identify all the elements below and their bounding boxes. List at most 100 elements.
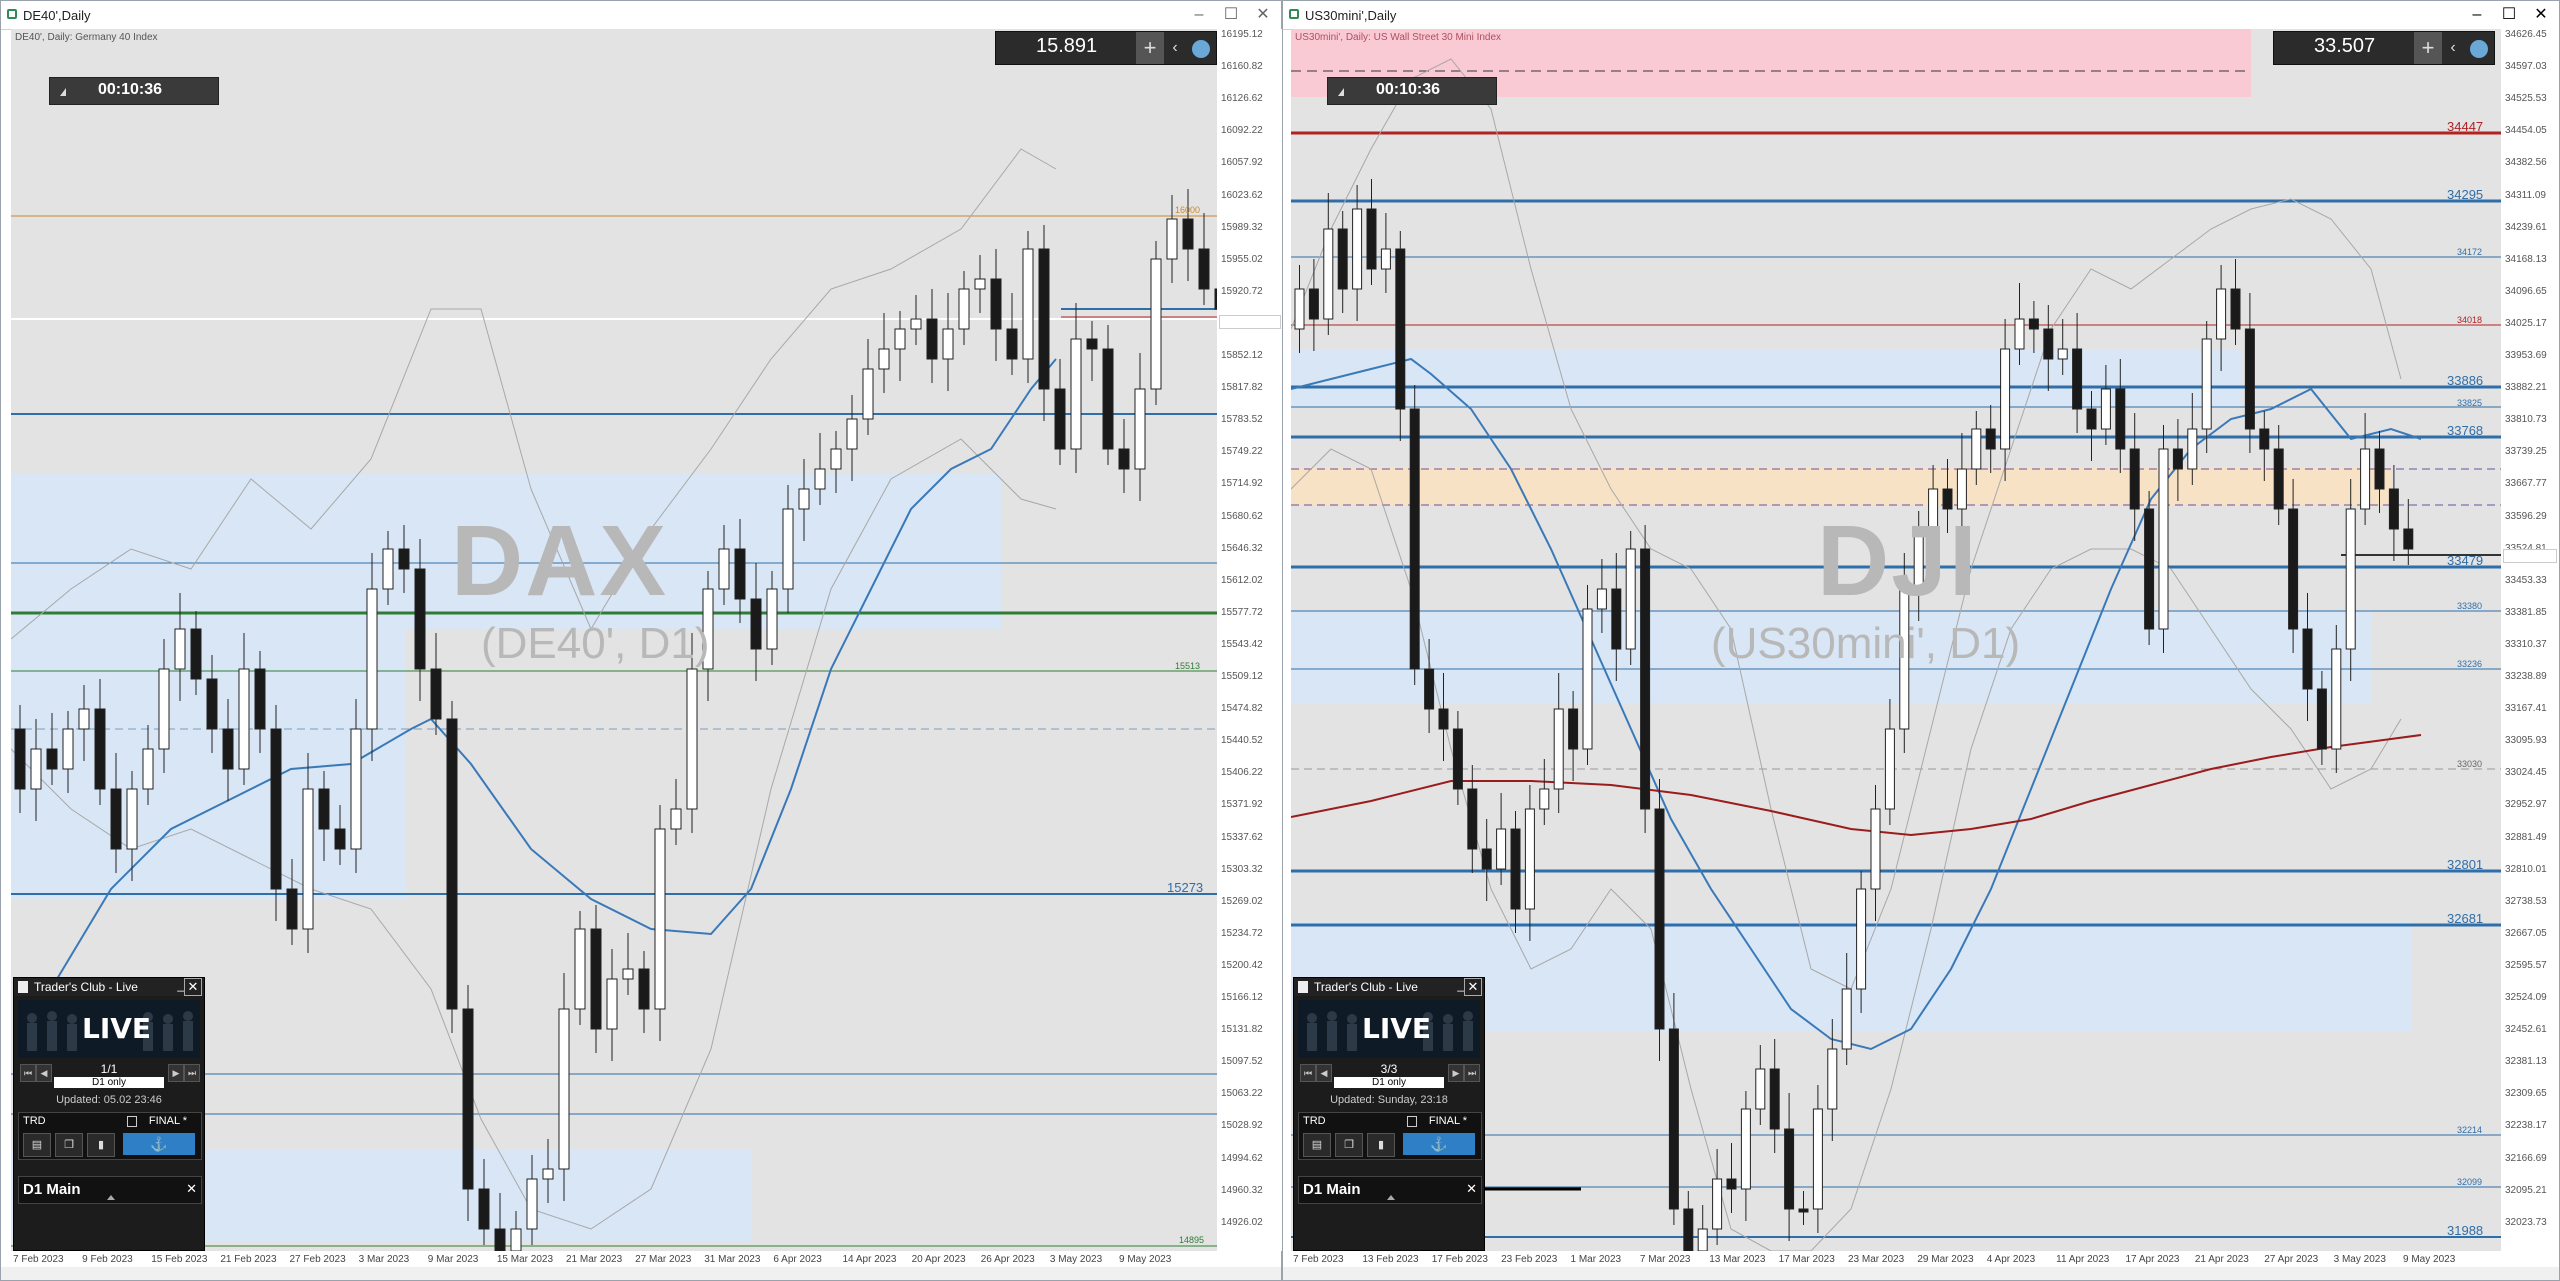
price-tick: 15440.52 [1221,735,1263,747]
price-tick: 32238.17 [2505,1120,2547,1132]
trade-section: TRD FINAL * ▤ ❐ ▮ ⚓ [18,1112,202,1160]
candle-bearish [478,1188,490,1230]
panel-header[interactable]: Trader's Club - Live _ ✕ [14,978,204,996]
status-strip [1283,1267,2559,1280]
minimize-icon[interactable]: – [2459,3,2495,27]
candle-bearish [1395,248,1406,410]
prev-icon[interactable]: ◀ [1316,1064,1332,1082]
price-tick: 34382.56 [2505,157,2547,169]
first-icon[interactable]: ⏮ [1300,1064,1316,1082]
minimize-icon[interactable]: – [1181,3,1217,27]
price-tick: 32309.65 [2505,1088,2547,1100]
maximize-icon[interactable]: ☐ [1213,3,1249,27]
price-tick: 34626.45 [2505,29,2547,40]
anchor-button[interactable]: ⚓ [1403,1133,1475,1155]
minimize-icon[interactable]: _ [177,978,184,992]
next-icon[interactable]: ▶ [168,1064,184,1082]
lock-icon[interactable] [1407,1116,1417,1127]
panel-header[interactable]: Trader's Club - Live _ ✕ [1294,978,1484,996]
window-titlebar[interactable]: US30mini',Daily – ☐ ✕ [1283,1,2559,30]
plus-icon[interactable]: + [1136,32,1164,64]
price-tick: 15028.92 [1221,1120,1263,1132]
candle-bearish [2244,328,2255,430]
first-icon[interactable]: ⏮ [20,1064,36,1082]
windows-icon[interactable]: ❐ [1335,1133,1363,1157]
level-label: 33479 [2447,553,2484,568]
price-tick: 15989.32 [1221,221,1263,233]
minimize-icon[interactable]: _ [1457,978,1464,992]
symbol-info: DE40', Daily: Germany 40 Index [15,32,158,43]
price-tick: 34239.61 [2505,221,2547,233]
windows-icon[interactable]: ❐ [55,1133,83,1157]
level-label: 34447 [2447,119,2484,134]
close-icon[interactable]: ✕ [1245,3,1281,27]
document-icon[interactable]: ▤ [1303,1133,1331,1157]
time-label: 15 Feb 2023 [151,1254,208,1265]
spread-widget[interactable]: 33.507 + ‹ [2273,31,2495,65]
candle-bearish [446,718,458,1010]
last-icon[interactable]: ⏭ [1464,1064,1480,1082]
time-label: 26 Apr 2023 [980,1254,1035,1265]
price-tick: 34525.53 [2505,93,2547,105]
chart-window-icon [7,9,17,19]
caret-up-icon[interactable] [107,1195,115,1200]
last-icon[interactable]: ⏭ [184,1064,200,1082]
candle-bearish [1798,1208,1809,1213]
trade-section: TRD FINAL * ▤ ❐ ▮ ⚓ [1298,1112,1482,1160]
status-icon[interactable] [1192,40,1210,58]
anchor-button[interactable]: ⚓ [123,1133,195,1155]
lock-icon[interactable] [127,1116,137,1127]
price-scale[interactable]: 16195.12 16160.82 16126.62 16092.22 16057.92… [1217,29,1283,1251]
level-label: 14895 [1179,1235,1205,1245]
spread-widget[interactable]: 15.891 + ‹ [995,31,1217,65]
traders-club-panel[interactable]: Trader's Club - Live _ ✕ LIVE [13,977,205,1251]
caret-up-icon[interactable] [1387,1195,1395,1200]
price-tick: 14926.02 [1221,1216,1263,1228]
document-icon[interactable]: ▤ [23,1133,51,1157]
close-icon[interactable]: ✕ [184,978,202,996]
candle-bearish [286,888,298,930]
price-chart[interactable]: US30mini', Daily: US Wall Street 30 Mini… [1291,29,2501,1251]
traders-club-panel[interactable]: Trader's Club - Live _ ✕ LIVE [1293,977,1485,1251]
support-zone [1291,349,2241,407]
price-chart[interactable]: DE40', Daily: Germany 40 Index DAX (DE40… [11,29,1217,1251]
level-label: 33886 [2447,373,2484,388]
filter-select[interactable]: D1 only [1334,1077,1444,1088]
candle-bearish [2302,628,2313,690]
price-tick: 32881.49 [2505,831,2547,843]
price-scale[interactable]: 34626.45 34597.03 34525.53 34454.05 34382.56… [2501,29,2559,1251]
candle-bullish [1524,808,1535,910]
layout-selector[interactable]: D1 Main ✕ [18,1176,202,1204]
close-icon[interactable]: ✕ [2523,3,2559,27]
maximize-icon[interactable]: ☐ [2491,3,2527,27]
chevron-left-icon[interactable]: ‹ [1166,32,1184,64]
candle-bullish [1899,588,1910,730]
time-label: 3 Mar 2023 [358,1254,410,1265]
prev-icon[interactable]: ◀ [36,1064,52,1082]
chevron-left-icon[interactable]: ‹ [2444,32,2462,64]
close-icon[interactable]: ✕ [1464,978,1482,996]
battery-icon[interactable]: ▮ [87,1133,115,1157]
signal-navigator[interactable]: 3/3 ⏮ ◀ D1 only ▶ ⏭ [1298,1062,1480,1090]
next-icon[interactable]: ▶ [1448,1064,1464,1082]
price-tick: 32452.61 [2505,1024,2547,1036]
layout-selector[interactable]: D1 Main ✕ [1298,1176,1482,1204]
candle-bullish [686,668,698,810]
window-titlebar[interactable]: DE40',Daily – ☐ ✕ [1,1,1281,30]
plus-icon[interactable]: + [2414,32,2442,64]
time-label: 21 Apr 2023 [2194,1254,2249,1265]
price-tick: 33882.21 [2505,382,2547,394]
candle-bullish [302,788,314,930]
status-icon[interactable] [2470,40,2488,58]
candle-bearish [1784,1128,1795,1210]
battery-icon[interactable]: ▮ [1367,1133,1395,1157]
price-tick: 32381.13 [2505,1056,2547,1068]
candle-bearish [206,678,218,730]
candle-bullish [1971,428,1982,470]
filter-select[interactable]: D1 only [54,1077,164,1088]
close-icon[interactable]: ✕ [186,1181,197,1197]
signal-navigator[interactable]: 1/1 ⏮ ◀ D1 only ▶ ⏭ [18,1062,200,1090]
close-icon[interactable]: ✕ [1466,1181,1477,1197]
candle-bearish [2172,448,2183,470]
support-zone [1291,611,2371,703]
